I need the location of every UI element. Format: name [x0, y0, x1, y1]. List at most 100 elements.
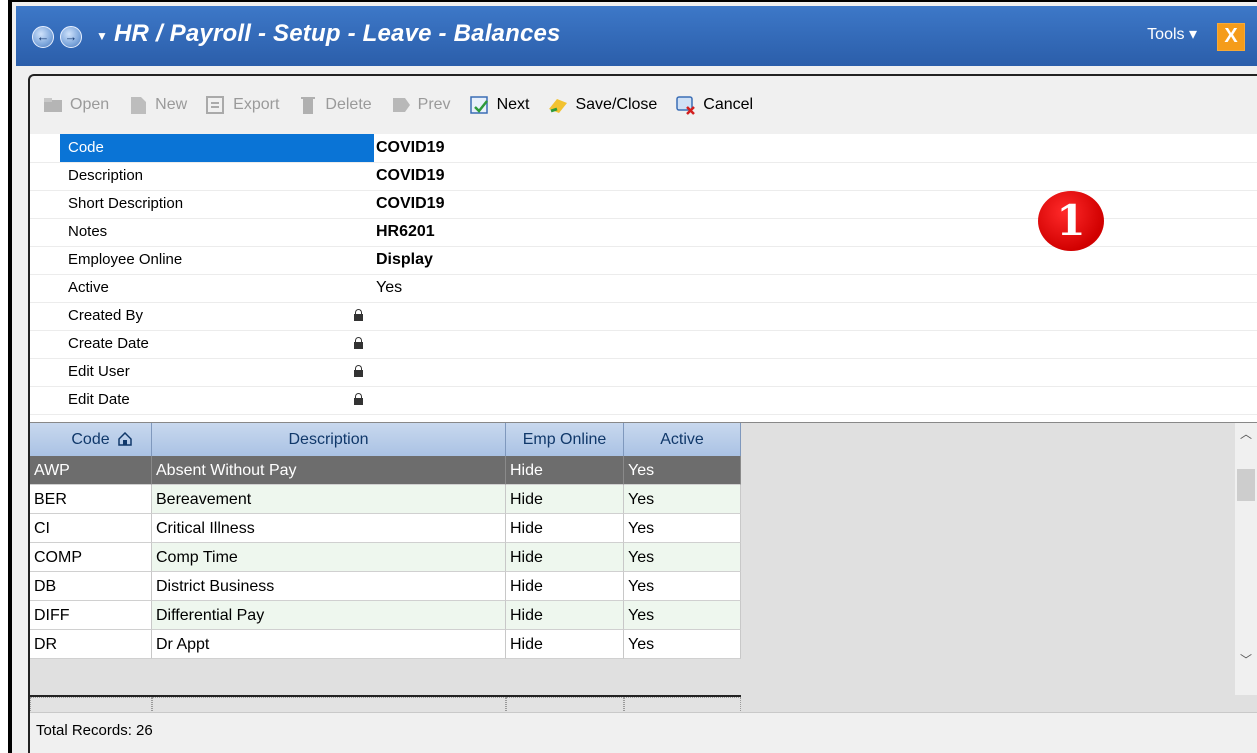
next-label: Next — [496, 96, 530, 113]
property-row[interactable]: Created By — [30, 302, 1257, 331]
property-label: Create Date — [68, 335, 149, 352]
new-button[interactable]: New — [127, 95, 187, 115]
property-row[interactable]: Edit User — [30, 358, 1257, 387]
table-row[interactable]: BER Bereavement Hide Yes — [30, 485, 741, 514]
table-cell-active: Yes — [624, 630, 741, 659]
property-row[interactable]: Active Yes — [30, 274, 1257, 303]
property-row[interactable]: Description COVID19 — [30, 162, 1257, 191]
property-label: Edit User — [68, 363, 130, 380]
lock-icon — [354, 337, 363, 349]
property-value[interactable]: COVID19 — [376, 162, 444, 190]
table-cell-emp-online: Hide — [506, 601, 624, 630]
property-grid: Code COVID19 Description COVID19 Short Descr… — [30, 134, 1257, 422]
prev-label: Prev — [417, 96, 451, 113]
scroll-down-icon[interactable]: ﹀ — [1235, 649, 1257, 671]
table-cell-emp-online: Hide — [506, 543, 624, 572]
save-close-button[interactable]: Save/Close — [547, 95, 657, 115]
table-cell-description: Dr Appt — [152, 630, 506, 659]
vertical-scrollbar[interactable]: ︿ ﹀ — [1235, 423, 1257, 695]
cancel-label: Cancel — [703, 96, 754, 113]
table-row[interactable]: AWP Absent Without Pay Hide Yes — [30, 456, 741, 485]
table-cell-description: Bereavement — [152, 485, 506, 514]
new-label: New — [155, 96, 188, 113]
property-row[interactable]: Edit Date — [30, 386, 1257, 415]
open-button[interactable]: Open — [42, 95, 109, 115]
property-label: Employee Online — [68, 251, 183, 268]
column-header-active[interactable]: Active — [624, 423, 741, 456]
prev-record-icon — [392, 98, 410, 112]
cancel-icon — [676, 96, 696, 115]
open-folder-icon — [44, 98, 62, 112]
lock-icon — [354, 393, 363, 405]
table-cell-active: Yes — [624, 456, 741, 485]
export-button[interactable]: Export — [205, 95, 279, 115]
table-row[interactable]: CI Critical Illness Hide Yes — [30, 514, 741, 543]
lock-icon — [354, 309, 363, 321]
scroll-up-icon[interactable]: ︿ — [1235, 423, 1257, 445]
property-row[interactable]: Create Date — [30, 330, 1257, 359]
table-cell-description: Absent Without Pay — [152, 456, 506, 485]
table-cell-active: Yes — [624, 601, 741, 630]
table-cell-code: BER — [30, 485, 152, 514]
property-value[interactable]: Yes — [376, 274, 402, 302]
save-close-label: Save/Close — [575, 96, 658, 113]
export-label: Export — [233, 96, 280, 113]
callout-number-badge: 1 — [1038, 191, 1104, 251]
table-cell-active: Yes — [624, 485, 741, 514]
property-value[interactable]: COVID19 — [376, 134, 444, 162]
table-row[interactable]: COMP Comp Time Hide Yes — [30, 543, 741, 572]
save-close-icon — [549, 99, 568, 113]
table-cell-code: DIFF — [30, 601, 152, 630]
property-label: Notes — [68, 223, 108, 240]
table-cell-emp-online: Hide — [506, 572, 624, 601]
new-document-icon — [131, 97, 147, 114]
column-header-code[interactable]: Code — [30, 423, 152, 456]
prev-button[interactable]: Prev — [390, 95, 451, 115]
table-row[interactable]: DR Dr Appt Hide Yes — [30, 630, 741, 659]
form-panel: Open New Export Delete Prev Next Save/Cl… — [28, 74, 1257, 753]
table-cell-emp-online: Hide — [506, 485, 624, 514]
table-cell-code: COMP — [30, 543, 152, 572]
property-value[interactable]: COVID19 — [376, 190, 444, 218]
table-cell-emp-online: Hide — [506, 514, 624, 543]
table-row[interactable]: DIFF Differential Pay Hide Yes — [30, 601, 741, 630]
table-cell-emp-online: Hide — [506, 630, 624, 659]
table-cell-active: Yes — [624, 543, 741, 572]
status-bar: Total Records: 26 — [30, 712, 1257, 749]
table-cell-active: Yes — [624, 514, 741, 543]
table-cell-emp-online: Hide — [506, 456, 624, 485]
column-header-code-label: Code — [71, 431, 110, 448]
delete-button[interactable]: Delete — [297, 95, 372, 115]
export-icon — [206, 96, 225, 114]
tools-menu[interactable]: Tools ▾ — [1147, 24, 1197, 44]
title-bar: ← → ▼ HR / Payroll - Setup - Leave - Bal… — [16, 6, 1257, 66]
nav-dropdown-icon[interactable]: ▼ — [96, 29, 108, 43]
property-label: Created By — [68, 307, 144, 324]
scroll-thumb[interactable] — [1237, 469, 1255, 501]
sort-home-icon — [118, 432, 132, 446]
next-button[interactable]: Next — [469, 95, 530, 115]
property-label: Description — [68, 167, 144, 184]
table-cell-code: AWP — [30, 456, 152, 485]
back-arrow-icon[interactable]: ← — [32, 26, 54, 48]
leave-codes-grid: Code Description Emp Online Active AWP Ab… — [30, 422, 1257, 727]
column-header-description[interactable]: Description — [152, 423, 506, 456]
table-cell-code: CI — [30, 514, 152, 543]
delete-label: Delete — [325, 96, 372, 113]
column-header-emp-online[interactable]: Emp Online — [506, 423, 624, 456]
property-value[interactable]: Display — [376, 246, 433, 274]
table-row[interactable]: DB District Business Hide Yes — [30, 572, 741, 601]
table-cell-description: Critical Illness — [152, 514, 506, 543]
window-title: HR / Payroll - Setup - Leave - Balances — [114, 20, 561, 47]
trash-icon — [301, 97, 316, 114]
property-row[interactable]: Code COVID19 — [30, 134, 1257, 163]
property-label: Edit Date — [68, 391, 130, 408]
table-cell-description: Differential Pay — [152, 601, 506, 630]
table-cell-description: District Business — [152, 572, 506, 601]
property-label: Code — [60, 134, 374, 162]
table-cell-description: Comp Time — [152, 543, 506, 572]
forward-arrow-icon[interactable]: → — [60, 26, 82, 48]
property-value[interactable]: HR6201 — [376, 218, 435, 246]
cancel-button[interactable]: Cancel — [675, 95, 753, 115]
close-button[interactable]: X — [1217, 23, 1245, 51]
